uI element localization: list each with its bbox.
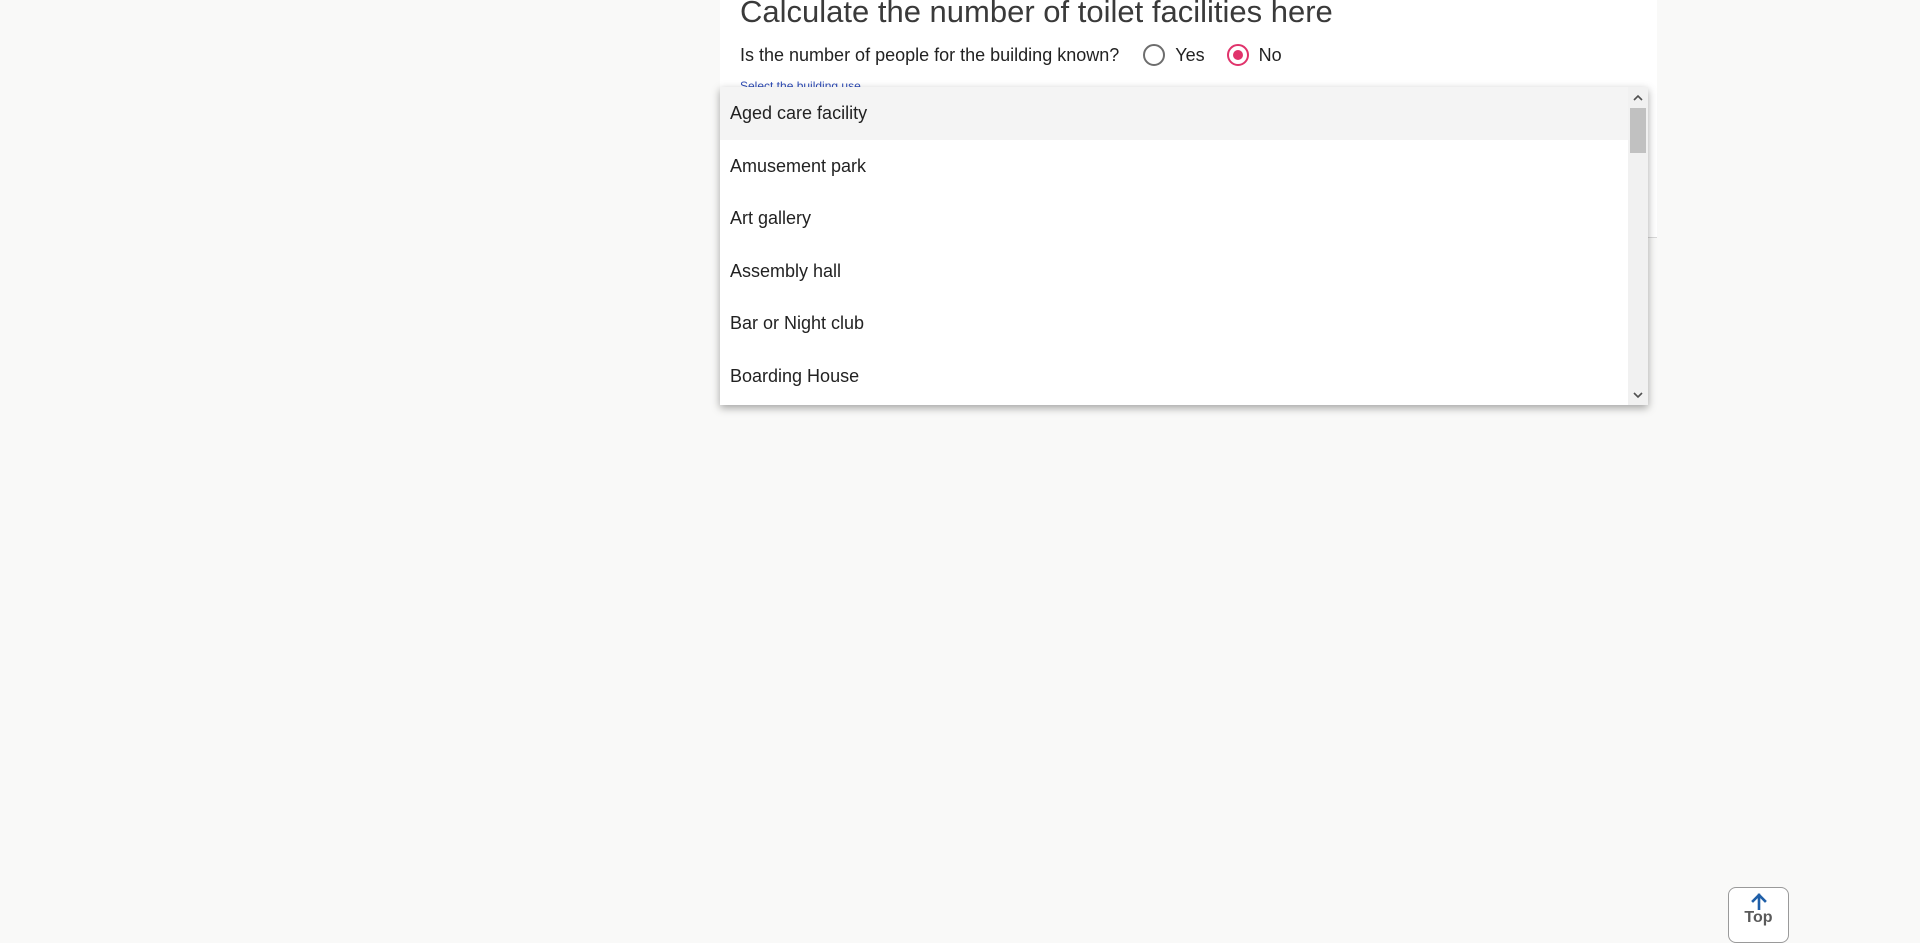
radio-no-label: No	[1258, 44, 1282, 65]
top-label: Top	[1744, 909, 1773, 926]
option-assembly-hall[interactable]: Assembly hall	[720, 245, 1628, 298]
radio-yes-circle[interactable]	[1143, 44, 1166, 66]
scrollbar-thumb[interactable]	[1630, 108, 1646, 153]
building-use-options: Aged care facility Amusement park Art ga…	[720, 87, 1628, 402]
radio-no[interactable]: No	[1226, 44, 1282, 66]
scroll-up-icon[interactable]	[1628, 87, 1648, 107]
arrow-up-icon	[1750, 893, 1767, 910]
option-art-gallery[interactable]: Art gallery	[720, 192, 1628, 245]
radio-yes[interactable]: Yes	[1143, 44, 1205, 66]
question-label: Is the number of people for the building…	[740, 44, 1120, 65]
radio-yes-label: Yes	[1175, 44, 1205, 65]
scroll-to-top-button[interactable]: Top	[1728, 887, 1789, 943]
people-known-question: Is the number of people for the building…	[740, 40, 1304, 70]
dropdown-scrollbar[interactable]	[1628, 87, 1648, 405]
option-bar-or-night-club[interactable]: Bar or Night club	[720, 297, 1628, 350]
option-aged-care-facility[interactable]: Aged care facility	[720, 87, 1628, 140]
option-boarding-house[interactable]: Boarding House	[720, 350, 1628, 403]
option-amusement-park[interactable]: Amusement park	[720, 140, 1628, 193]
radio-no-circle[interactable]	[1226, 44, 1249, 66]
scroll-down-icon[interactable]	[1628, 385, 1648, 405]
page-title: Calculate the number of toilet facilitie…	[740, 0, 1333, 29]
building-use-dropdown[interactable]: Aged care facility Amusement park Art ga…	[720, 87, 1648, 405]
